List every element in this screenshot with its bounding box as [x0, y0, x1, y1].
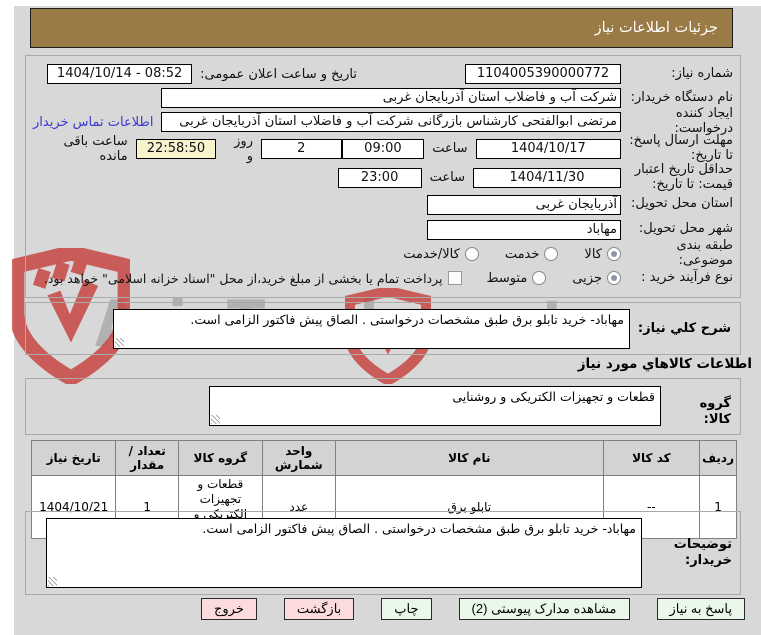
radio-goods-service-label: کالا/خدمت — [403, 246, 460, 262]
buyer-org-input[interactable]: شرکت آب و فاضلاب استان آذربایجان غربی — [161, 88, 621, 108]
need-number-input[interactable]: 1104005390000772 — [465, 64, 621, 84]
table-header-row: ردیف کد کالا نام کالا واحد شمارش گروه کا… — [30, 440, 737, 476]
remaining-label: ساعت باقی مانده — [63, 133, 128, 164]
buyer-contact-link[interactable]: اطلاعات تماس خریدار — [33, 115, 153, 130]
col-code: کد کالا — [602, 440, 701, 476]
print-button[interactable]: چاپ — [381, 598, 432, 620]
exit-button[interactable]: خروج — [200, 598, 257, 620]
treasury-checkbox-row[interactable]: پرداخت تمام یا بخشی از مبلغ خرید،از محل … — [44, 271, 463, 286]
buyer-notes-groupbox: توضیحات خریدار: مهاباد- خرید تابلو برق ط… — [25, 511, 741, 595]
city-input[interactable]: مهاباد — [427, 219, 621, 240]
buyer-org-label: نام دستگاه خریدار: — [630, 89, 733, 105]
radio-medium[interactable]: متوسط — [486, 270, 547, 286]
reply-deadline-label: مهلت ارسال پاسخ: تا تاریخ: — [629, 132, 733, 163]
classification-label: طبقه بندی موضوعی: — [676, 238, 734, 268]
reply-deadline-hour-input[interactable]: 09:00 — [341, 138, 425, 159]
need-description-textarea[interactable]: مهاباد- خرید تابلو برق طبق مشخصات درخواس… — [113, 308, 630, 349]
col-row: ردیف — [699, 440, 737, 476]
radio-medium-label: متوسط — [486, 270, 528, 286]
need-details-page: AriaTender.net جزئیات اطلاعات نیاز — [0, 0, 761, 635]
city-label: شهر محل تحویل: — [638, 221, 733, 237]
goods-group-text: قطعات و تجهیزات الکتریکی و روشنایی — [452, 389, 655, 404]
buyer-notes-textarea[interactable]: مهاباد- خرید تابلو برق طبق مشخصات درخواس… — [46, 518, 642, 588]
goods-group-label: گروه کالا: — [699, 396, 731, 427]
goods-info-title: اطلاعات کالاهاي مورد نیاز — [577, 356, 752, 372]
resize-handle-icon[interactable] — [211, 415, 220, 424]
price-validity-label: حداقل تاریخ اعتبار قیمت: تا تاریخ: — [634, 161, 733, 192]
price-validity-date-input[interactable]: 1404/11/30 — [473, 167, 621, 188]
goods-group-groupbox: گروه کالا: قطعات و تجهیزات الکتریکی و رو… — [25, 378, 741, 435]
view-attachments-button[interactable]: مشاهده مدارک پیوستی (2) — [458, 598, 630, 620]
col-group: گروه کالا — [178, 440, 263, 476]
radio-goods-icon[interactable] — [607, 247, 621, 261]
radio-goods[interactable]: کالا — [584, 247, 621, 262]
radio-minor[interactable]: جزیی — [572, 271, 621, 286]
radio-goods-service[interactable]: کالا/خدمت — [403, 247, 479, 262]
need-number-label: شماره نیاز: — [671, 65, 733, 81]
radio-service-icon[interactable] — [544, 247, 559, 261]
reply-deadline-date-input[interactable]: 1404/10/17 — [475, 138, 621, 159]
radio-goods-label: کالا — [584, 246, 602, 262]
treasury-checkbox-label: پرداخت تمام یا بخشی از مبلغ خرید،از محل … — [43, 270, 443, 286]
remaining-days-input[interactable]: 2 — [260, 138, 342, 159]
radio-minor-label: جزیی — [572, 270, 602, 286]
need-description-text: مهاباد- خرید تابلو برق طبق مشخصات درخواس… — [190, 311, 624, 327]
button-bar: پاسخ به نیاز مشاهده مدارک پیوستی (2) چاپ… — [14, 598, 745, 620]
resize-handle-icon[interactable] — [48, 577, 57, 586]
radio-service-label: خدمت — [504, 246, 540, 262]
buyer-notes-label: توضیحات خریدار: — [673, 537, 732, 568]
province-input[interactable]: آذربایجان غربی — [427, 194, 621, 215]
need-description-label: شرح کلي نیاز: — [637, 320, 731, 336]
price-validity-hour-input[interactable]: 23:00 — [337, 167, 422, 188]
col-name: نام کالا — [334, 440, 604, 476]
col-unit: واحد شمارش — [261, 440, 336, 476]
radio-service[interactable]: خدمت — [505, 247, 559, 262]
radio-minor-icon[interactable] — [607, 271, 621, 285]
process-type-label: نوع فرآیند خرید : — [641, 269, 733, 285]
page-title: جزئیات اطلاعات نیاز — [30, 8, 733, 48]
creator-input[interactable]: مرتضی ابوالفتحی کارشناس بازرگانی شرکت آب… — [161, 112, 621, 132]
announce-datetime-input[interactable]: 1404/10/14 - 08:52 — [47, 64, 193, 84]
reply-to-need-button[interactable]: پاسخ به نیاز — [656, 598, 745, 620]
province-label: استان محل تحویل: — [631, 196, 733, 212]
need-description-groupbox: شرح کلي نیاز: مهاباد- خرید تابلو برق طبق… — [25, 302, 741, 355]
radio-goods-service-icon[interactable] — [464, 247, 479, 261]
need-info-groupbox: شماره نیاز: 1104005390000772 تاریخ و ساع… — [25, 55, 741, 298]
treasury-checkbox-icon[interactable] — [448, 271, 463, 285]
col-qty: تعداد / مقدار — [115, 440, 180, 476]
reply-deadline-hour-label: ساعت — [432, 141, 468, 156]
content-panel: AriaTender.net جزئیات اطلاعات نیاز — [9, 6, 761, 635]
radio-medium-icon[interactable] — [532, 271, 547, 285]
buyer-notes-text: مهاباد- خرید تابلو برق طبق مشخصات درخواس… — [202, 521, 636, 536]
price-validity-hour-label: ساعت — [429, 170, 465, 185]
back-button[interactable]: بازگشت — [283, 598, 355, 620]
goods-group-textarea[interactable]: قطعات و تجهیزات الکتریکی و روشنایی — [209, 386, 661, 426]
announce-datetime-label: تاریخ و ساعت اعلان عمومی: — [200, 66, 357, 82]
remaining-days-label: روز و — [234, 133, 253, 164]
col-date: تاریخ نیاز — [30, 440, 117, 476]
remaining-time-field: 22:58:50 — [135, 138, 217, 159]
resize-handle-icon[interactable] — [115, 337, 124, 347]
